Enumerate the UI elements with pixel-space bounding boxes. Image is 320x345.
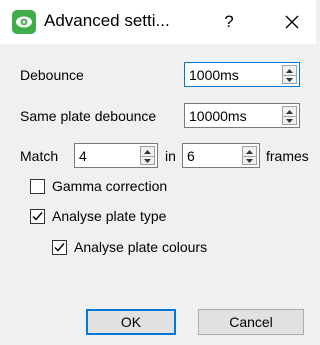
same-plate-debounce-value: 10000ms — [189, 108, 247, 124]
match-count-spinbox[interactable]: 4 — [74, 143, 158, 168]
same-plate-debounce-spin-arrows[interactable] — [282, 106, 297, 125]
close-button[interactable] — [280, 10, 304, 34]
analyse-plate-colours-label[interactable]: Analyse plate colours — [74, 239, 207, 255]
gamma-correction-label[interactable]: Gamma correction — [52, 178, 167, 194]
title-bar: Advanced setti... ? — [0, 0, 316, 44]
spin-down-icon[interactable] — [283, 75, 296, 84]
same-plate-debounce-spinbox[interactable]: 10000ms — [184, 103, 300, 128]
debounce-spinbox[interactable]: 1000ms — [184, 62, 300, 87]
debounce-spin-arrows[interactable] — [282, 65, 297, 84]
window-title: Advanced setti... — [44, 11, 170, 30]
match-frames-value: 6 — [187, 148, 195, 164]
help-button[interactable]: ? — [218, 10, 240, 34]
debounce-value: 1000ms — [189, 67, 239, 83]
spin-up-icon[interactable] — [243, 148, 256, 156]
gamma-correction-checkbox[interactable] — [30, 179, 45, 194]
spin-up-icon[interactable] — [141, 148, 154, 156]
spin-up-icon[interactable] — [283, 108, 296, 116]
analyse-plate-colours-checkbox[interactable] — [52, 240, 67, 255]
cancel-button[interactable]: Cancel — [198, 309, 304, 335]
match-count-value: 4 — [79, 148, 87, 164]
debounce-label: Debounce — [20, 67, 84, 83]
match-count-spin-arrows[interactable] — [140, 146, 155, 165]
analyse-plate-type-checkbox[interactable] — [30, 209, 45, 224]
close-icon — [285, 15, 299, 29]
match-frames-spin-arrows[interactable] — [242, 146, 257, 165]
spin-down-icon[interactable] — [141, 156, 154, 165]
spin-down-icon[interactable] — [243, 156, 256, 165]
same-plate-debounce-label: Same plate debounce — [20, 108, 157, 124]
checkmark-icon — [54, 243, 65, 252]
analyse-plate-type-label[interactable]: Analyse plate type — [52, 208, 166, 224]
ok-button[interactable]: OK — [86, 309, 176, 335]
spin-up-icon[interactable] — [283, 67, 296, 75]
in-label: in — [165, 148, 176, 164]
eye-icon — [12, 10, 36, 34]
match-frames-spinbox[interactable]: 6 — [182, 143, 260, 168]
spin-down-icon[interactable] — [283, 116, 296, 125]
checkmark-icon — [32, 212, 43, 221]
frames-label: frames — [266, 148, 309, 164]
match-label: Match — [20, 148, 59, 164]
